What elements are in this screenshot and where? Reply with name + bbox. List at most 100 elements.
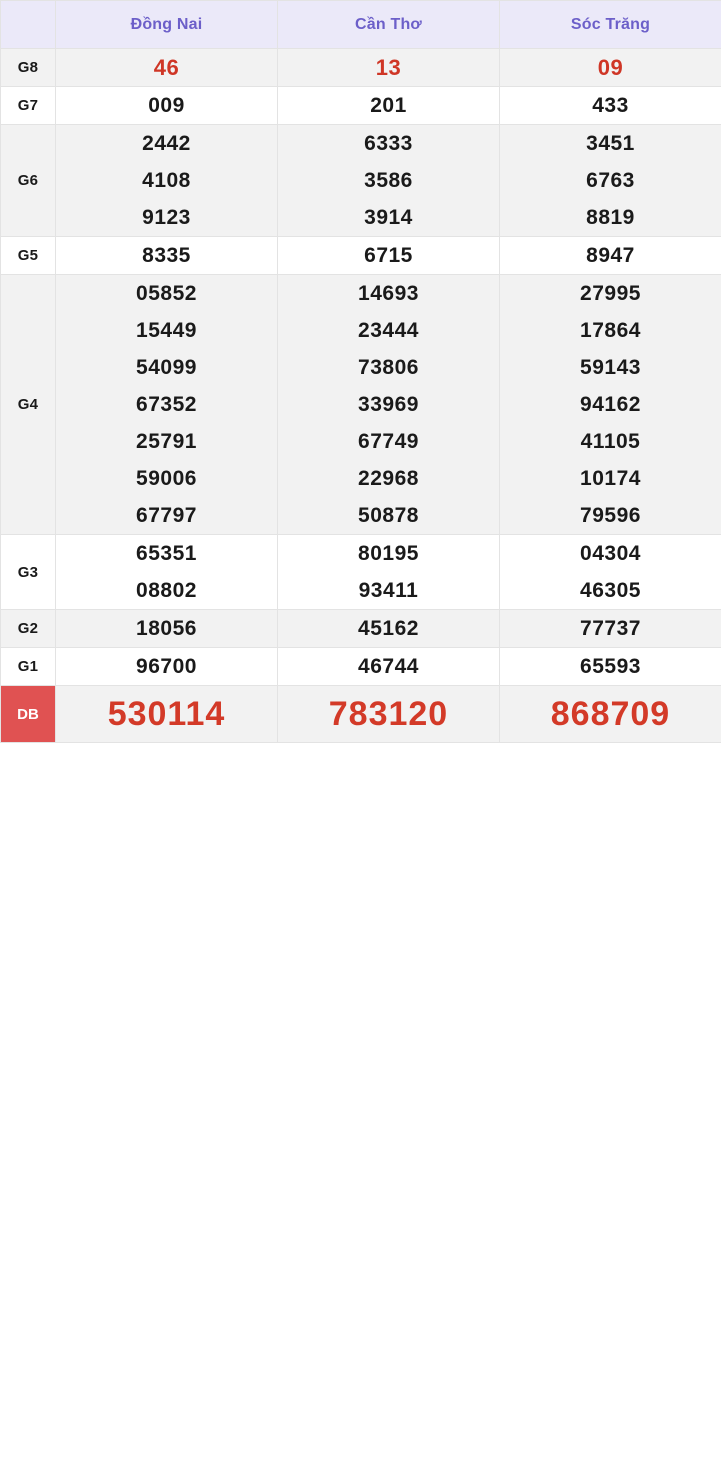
prize-number: 96700 — [56, 648, 277, 685]
row-label-g4: G4 — [1, 275, 56, 535]
prize-number: 868709 — [551, 695, 670, 733]
cell-db-can-tho: 783120 — [278, 686, 500, 743]
prize-number: 15449 — [56, 312, 277, 349]
prize-number: 54099 — [56, 349, 277, 386]
prize-number: 67352 — [56, 386, 277, 423]
cell-g8-dong-nai: 46 — [56, 49, 278, 87]
row-label-g8: G8 — [1, 49, 56, 87]
cell-g6-can-tho: 6333 3586 3914 — [278, 125, 500, 237]
prize-number: 530114 — [108, 695, 226, 733]
prize-number: 46305 — [500, 572, 721, 609]
prize-number: 22968 — [278, 460, 499, 497]
table-row-g4: G4 05852 15449 54099 67352 25791 59006 6… — [1, 275, 721, 535]
prize-number: 09 — [500, 49, 721, 86]
cell-g5-soc-trang: 8947 — [500, 237, 721, 275]
prize-number: 94162 — [500, 386, 721, 423]
prize-number: 79596 — [500, 497, 721, 534]
cell-g3-can-tho: 80195 93411 — [278, 535, 500, 610]
cell-g1-can-tho: 46744 — [278, 648, 500, 686]
prize-number: 8947 — [500, 237, 721, 274]
cell-g7-soc-trang: 433 — [500, 87, 721, 125]
prize-number: 77737 — [500, 610, 721, 647]
table-row-g3: G3 65351 08802 80195 93411 04304 46305 — [1, 535, 721, 610]
cell-g3-soc-trang: 04304 46305 — [500, 535, 721, 610]
row-label-g2: G2 — [1, 610, 56, 648]
watermark-text: BAOGIAO — [28, 1427, 183, 1460]
prize-number: 08802 — [56, 572, 277, 609]
prize-number: 46744 — [278, 648, 499, 685]
prize-number: 009 — [56, 87, 277, 124]
prize-number: 13 — [278, 49, 499, 86]
prize-number: 23444 — [278, 312, 499, 349]
prize-number: 4108 — [56, 162, 277, 199]
prize-number: 50878 — [278, 497, 499, 534]
header-row: Đồng Nai Cần Thơ Sóc Trăng — [1, 1, 721, 49]
cell-g2-dong-nai: 18056 — [56, 610, 278, 648]
prize-number: 65593 — [500, 648, 721, 685]
lottery-results-table: Đồng Nai Cần Thơ Sóc Trăng G8 46 13 09 G… — [0, 0, 721, 743]
prize-number: 6715 — [278, 237, 499, 274]
prize-number: 18056 — [56, 610, 277, 647]
prize-number: 04304 — [500, 535, 721, 572]
prize-number: 25791 — [56, 423, 277, 460]
table-row-g7: G7 009 201 433 — [1, 87, 721, 125]
row-label-g6: G6 — [1, 125, 56, 237]
prize-number: 201 — [278, 87, 499, 124]
header-corner-cell — [1, 1, 56, 49]
table-row-db: DB 530114 783120 868709 — [1, 686, 721, 743]
column-header-can-tho: Cần Thơ — [278, 1, 500, 49]
cell-g4-dong-nai: 05852 15449 54099 67352 25791 59006 6779… — [56, 275, 278, 535]
table-row-g5: G5 8335 6715 8947 — [1, 237, 721, 275]
cell-g4-soc-trang: 27995 17864 59143 94162 41105 10174 7959… — [500, 275, 721, 535]
table-row-g8: G8 46 13 09 — [1, 49, 721, 87]
prize-number: 8819 — [500, 199, 721, 236]
column-header-soc-trang: Sóc Trăng — [500, 1, 721, 49]
table-row-g6: G6 2442 4108 9123 6333 3586 3914 3451 67… — [1, 125, 721, 237]
cell-g4-can-tho: 14693 23444 73806 33969 67749 22968 5087… — [278, 275, 500, 535]
prize-number: 3586 — [278, 162, 499, 199]
table-body: G8 46 13 09 G7 009 201 433 — [1, 49, 721, 743]
cell-db-soc-trang: 868709 — [500, 686, 721, 743]
prize-number: 783120 — [329, 695, 448, 733]
cell-g5-dong-nai: 8335 — [56, 237, 278, 275]
cell-g8-soc-trang: 09 — [500, 49, 721, 87]
prize-number: 2442 — [56, 125, 277, 162]
prize-number: 59143 — [500, 349, 721, 386]
cell-g1-soc-trang: 65593 — [500, 648, 721, 686]
row-label-g7: G7 — [1, 87, 56, 125]
prize-number: 46 — [56, 49, 277, 86]
prize-number: 33969 — [278, 386, 499, 423]
prize-number: 80195 — [278, 535, 499, 572]
cell-db-dong-nai: 530114 — [56, 686, 278, 743]
cell-g6-dong-nai: 2442 4108 9123 — [56, 125, 278, 237]
cell-g8-can-tho: 13 — [278, 49, 500, 87]
cell-g2-soc-trang: 77737 — [500, 610, 721, 648]
prize-number: 27995 — [500, 275, 721, 312]
table-row-g1: G1 96700 46744 65593 — [1, 648, 721, 686]
prize-number: 17864 — [500, 312, 721, 349]
cell-g1-dong-nai: 96700 — [56, 648, 278, 686]
cell-g3-dong-nai: 65351 08802 — [56, 535, 278, 610]
table-row-g2: G2 18056 45162 77737 — [1, 610, 721, 648]
cell-g7-dong-nai: 009 — [56, 87, 278, 125]
cell-g2-can-tho: 45162 — [278, 610, 500, 648]
cell-g7-can-tho: 201 — [278, 87, 500, 125]
prize-number: 67797 — [56, 497, 277, 534]
prize-number: 8335 — [56, 237, 277, 274]
prize-number: 433 — [500, 87, 721, 124]
cell-g5-can-tho: 6715 — [278, 237, 500, 275]
prize-number: 73806 — [278, 349, 499, 386]
prize-number: 41105 — [500, 423, 721, 460]
prize-number: 3451 — [500, 125, 721, 162]
cell-g6-soc-trang: 3451 6763 8819 — [500, 125, 721, 237]
prize-number: 65351 — [56, 535, 277, 572]
row-label-g3: G3 — [1, 535, 56, 610]
prize-number: 93411 — [278, 572, 499, 609]
prize-number: 9123 — [56, 199, 277, 236]
row-label-g5: G5 — [1, 237, 56, 275]
table-header: Đồng Nai Cần Thơ Sóc Trăng — [1, 1, 721, 49]
prize-number: 6333 — [278, 125, 499, 162]
prize-number: 3914 — [278, 199, 499, 236]
column-header-dong-nai: Đồng Nai — [56, 1, 278, 49]
row-label-db: DB — [1, 686, 56, 743]
